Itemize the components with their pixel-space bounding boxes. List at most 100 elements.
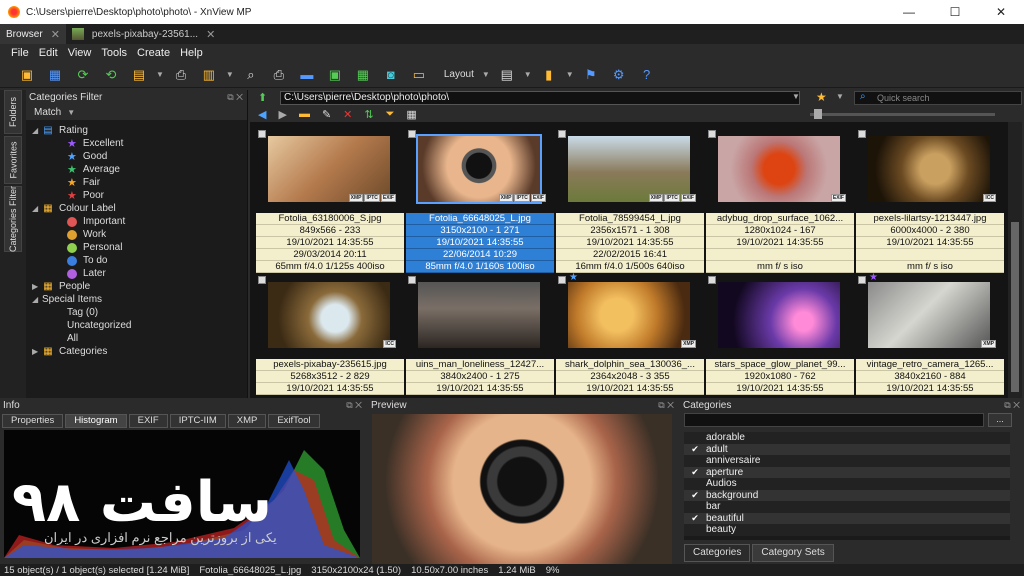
category-item[interactable]: anniversaire — [684, 455, 1010, 467]
move-to-icon[interactable]: ▤ — [128, 65, 150, 85]
tab-xmp[interactable]: XMP — [227, 414, 267, 428]
tree-rating-excellent[interactable]: ★ Excellent — [26, 137, 247, 150]
close-tab-icon[interactable]: ✕ — [51, 28, 60, 41]
tree-colour-to-do[interactable]: To do — [26, 254, 247, 267]
tree-tag[interactable]: Tag (0) — [26, 306, 247, 319]
quick-search-input[interactable]: Quick search — [854, 91, 1022, 105]
scanner-icon[interactable]: ▬ — [296, 65, 318, 85]
forward-icon[interactable]: ▶ — [278, 108, 286, 121]
tab-exif[interactable]: EXIF — [128, 414, 168, 428]
select-checkbox[interactable] — [258, 276, 266, 284]
new-folder-icon[interactable]: ▬ — [299, 108, 310, 120]
path-dropdown-icon[interactable]: ▼ — [792, 92, 800, 101]
panel-controls-icon[interactable]: ⧉ ✕ — [227, 92, 243, 103]
tab-exiftool[interactable]: ExifTool — [268, 414, 320, 428]
path-input[interactable]: C:\Users\pierre\Desktop\photo\photo\ — [280, 91, 800, 105]
tab-properties[interactable]: Properties — [2, 414, 64, 428]
find-icon[interactable]: ⌕ — [240, 65, 262, 85]
tab-browser[interactable]: Browser ✕ — [0, 24, 66, 44]
tree-rating-average[interactable]: ★ Average — [26, 163, 247, 176]
select-checkbox[interactable] — [708, 276, 716, 284]
tree-colour-personal[interactable]: Personal — [26, 241, 247, 254]
select-checkbox[interactable] — [708, 130, 716, 138]
category-options-button[interactable]: ... — [988, 413, 1012, 427]
favorite-dropdown-icon[interactable]: ▼ — [836, 92, 844, 101]
select-checkbox[interactable] — [858, 276, 866, 284]
panel-controls-icon[interactable]: ⧉ ✕ — [1004, 400, 1020, 411]
tab-iptciim[interactable]: IPTC-IIM — [169, 414, 226, 428]
back-icon[interactable]: ◀ — [258, 108, 266, 121]
view-mode-icon[interactable]: ▦ — [406, 108, 416, 121]
select-checkbox[interactable] — [558, 276, 566, 284]
panel-controls-icon[interactable]: ⧉ ✕ — [658, 400, 674, 411]
tag-icon[interactable]: ⚑ — [580, 65, 602, 85]
close-button[interactable]: ✕ — [978, 0, 1024, 24]
tab-category-sets[interactable]: Category Sets — [752, 544, 834, 562]
tree-colour-important[interactable]: Important — [26, 215, 247, 228]
menu-tools[interactable]: Tools — [101, 47, 127, 59]
category-item[interactable]: ✔ background — [684, 489, 1010, 501]
category-checkbox[interactable]: ✔ — [684, 513, 706, 524]
copy-to-icon[interactable]: ▥ — [198, 65, 220, 85]
sort-icon[interactable]: ⇅ — [364, 108, 373, 121]
print-icon[interactable]: ⎙ — [268, 65, 290, 85]
maximize-button[interactable]: ☐ — [932, 0, 978, 24]
select-checkbox[interactable] — [408, 276, 416, 284]
thumbnail-size-slider[interactable] — [810, 109, 995, 119]
delete-icon[interactable]: ✕ — [343, 108, 352, 121]
tree-rating-good[interactable]: ★ Good — [26, 150, 247, 163]
category-item[interactable]: adorable — [684, 432, 1010, 444]
category-item[interactable]: ✔ adult — [684, 443, 1010, 455]
refresh-icon[interactable]: ⟳ — [72, 65, 94, 85]
tree-all[interactable]: All — [26, 332, 247, 345]
select-checkbox[interactable] — [408, 130, 416, 138]
tree-colour-label[interactable]: ◢ ▦ Colour Label — [26, 202, 247, 215]
tree-rating-poor[interactable]: ★ Poor — [26, 189, 247, 202]
up-folder-icon[interactable]: ⬆ — [258, 91, 267, 104]
category-item[interactable]: ✔ aperture — [684, 466, 1010, 478]
layout-preset-icon[interactable]: ▤ — [496, 65, 518, 85]
category-checkbox[interactable]: ✔ — [684, 444, 706, 455]
category-item[interactable]: beauty — [684, 524, 1010, 536]
close-tab-icon[interactable]: ✕ — [206, 28, 215, 41]
category-checkbox[interactable]: ✔ — [684, 467, 706, 478]
menu-help[interactable]: Help — [180, 47, 203, 59]
rotate-icon[interactable]: ⟲ — [100, 65, 122, 85]
slider-knob[interactable] — [814, 109, 822, 119]
category-item[interactable]: Audios — [684, 478, 1010, 490]
tree-colour-work[interactable]: Work — [26, 228, 247, 241]
open-folder-icon[interactable]: ▣ — [16, 65, 38, 85]
select-checkbox[interactable] — [558, 130, 566, 138]
menu-file[interactable]: File — [11, 47, 29, 59]
rename-icon[interactable]: ✎ — [322, 108, 331, 121]
settings-gear-icon[interactable]: ⚙ — [608, 65, 630, 85]
category-search-input[interactable] — [684, 413, 984, 427]
favorite-star-icon[interactable]: ★ — [816, 90, 827, 104]
print-preview-icon[interactable]: ⎙ — [170, 65, 192, 85]
filter-icon[interactable]: ⏷ — [386, 108, 395, 121]
help-icon[interactable]: ? — [636, 65, 658, 85]
tree-colour-later[interactable]: Later — [26, 267, 247, 280]
minimize-button[interactable]: — — [886, 0, 932, 24]
tree-people[interactable]: ▶ ▦ People — [26, 280, 247, 293]
category-item[interactable]: ✔ beautiful — [684, 512, 1010, 524]
sidetab-categories-filter[interactable]: Categories Filter — [4, 186, 22, 252]
tree-special-items[interactable]: ◢ Special Items — [26, 293, 247, 306]
tree-rating-fair[interactable]: ★ Fair — [26, 176, 247, 189]
match-dropdown[interactable]: Match ▼ — [26, 104, 247, 120]
menu-edit[interactable]: Edit — [39, 47, 58, 59]
slideshow-icon[interactable]: ▭ — [408, 65, 430, 85]
menu-view[interactable]: View — [68, 47, 92, 59]
select-checkbox[interactable] — [858, 130, 866, 138]
panel-controls-icon[interactable]: ⧉ ✕ — [346, 400, 362, 411]
bookmark-icon[interactable]: ▮ — [538, 65, 560, 85]
category-checkbox[interactable]: ✔ — [684, 490, 706, 501]
screenshot-icon[interactable]: ◙ — [380, 65, 402, 85]
layout-label[interactable]: Layout — [444, 69, 474, 80]
sidetab-folders[interactable]: Folders — [4, 90, 22, 134]
scrollbar-thumb[interactable] — [1011, 222, 1019, 392]
tab-categories[interactable]: Categories — [684, 544, 751, 562]
sidetab-favorites[interactable]: Favorites — [4, 136, 22, 184]
tree-rating[interactable]: ◢ ▤ Rating — [26, 124, 247, 137]
tab-histogram[interactable]: Histogram — [65, 414, 127, 428]
